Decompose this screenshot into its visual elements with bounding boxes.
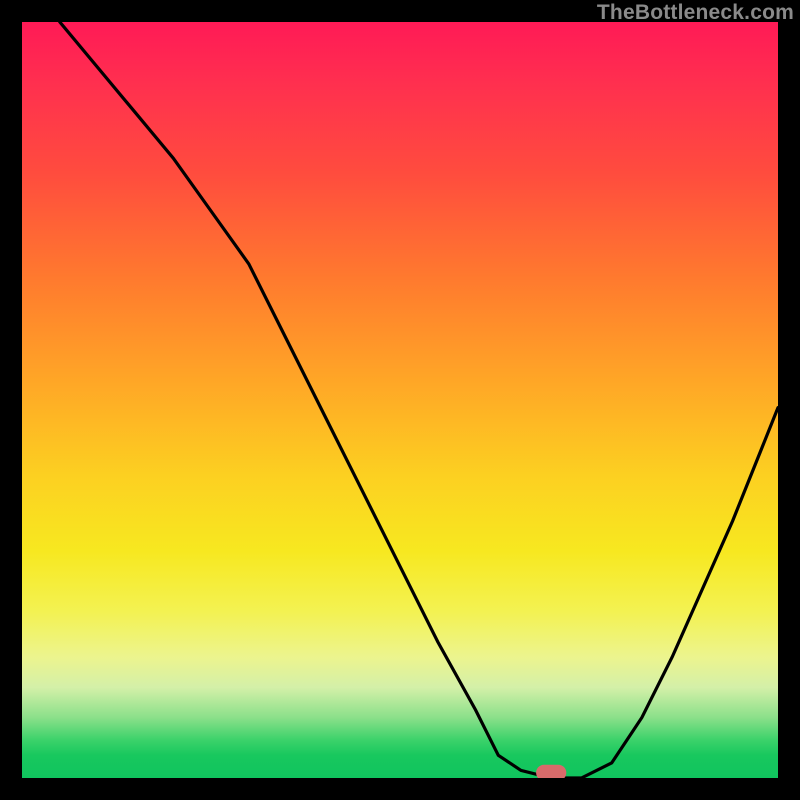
plot-area	[22, 22, 778, 778]
chart-frame: TheBottleneck.com	[0, 0, 800, 800]
bottleneck-curve-path	[60, 22, 778, 778]
optimal-marker	[536, 765, 566, 778]
optimal-marker-group	[536, 765, 566, 778]
watermark-text: TheBottleneck.com	[597, 1, 794, 25]
bottleneck-curve-group	[60, 22, 778, 778]
chart-svg	[22, 22, 778, 778]
